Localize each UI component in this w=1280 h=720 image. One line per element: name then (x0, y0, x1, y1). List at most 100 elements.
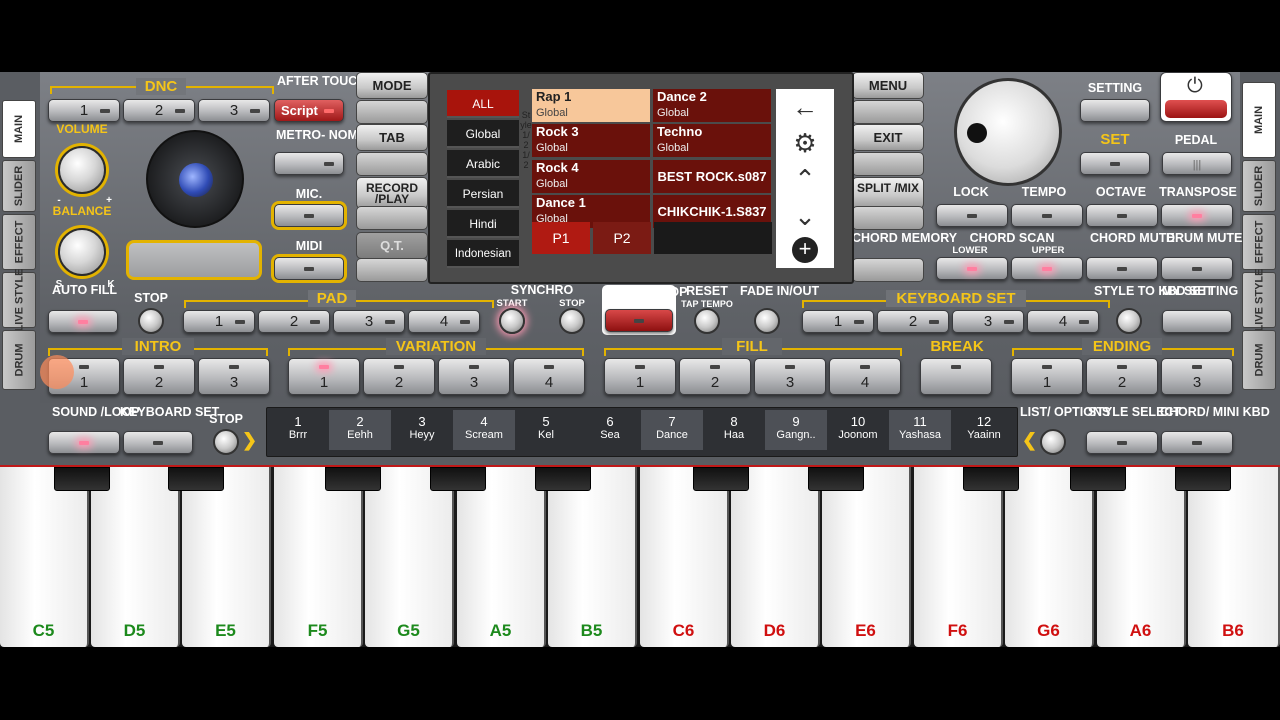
white-key[interactable]: E5 (182, 467, 271, 647)
page-button-p1[interactable]: P1 (532, 222, 590, 254)
drum-mute-button[interactable] (1161, 257, 1233, 280)
fill-button-2[interactable]: 2 (679, 358, 751, 395)
record-play-button[interactable]: RECORD /PLAY (356, 177, 428, 209)
break-button[interactable] (920, 358, 992, 395)
chord-scan-upper-button[interactable] (1011, 257, 1083, 280)
category-indonesian[interactable]: Indonesian (447, 240, 519, 268)
split-mix-button[interactable]: SPLIT /MIX (852, 177, 924, 209)
set-button[interactable] (1080, 152, 1150, 175)
variation-button-1[interactable]: 1 (288, 358, 360, 395)
sound-slot[interactable]: 2 Eehh (329, 410, 391, 450)
white-key[interactable]: C5 (0, 467, 89, 647)
qt-button[interactable]: Q.T. (356, 232, 428, 259)
style-item[interactable]: Rock 4 Global (532, 160, 650, 193)
pad-button-1[interactable]: 1 (183, 310, 255, 333)
synchro-start-knob[interactable] (499, 308, 525, 334)
synchro-stop-knob[interactable] (559, 308, 585, 334)
tab-live-style-left[interactable]: LIVE STYLE (2, 269, 36, 331)
chord-mute-button[interactable] (1086, 257, 1158, 280)
white-key[interactable]: D6 (731, 467, 820, 647)
sound-slot[interactable]: 7 Dance (641, 410, 703, 450)
power-button[interactable]: ⏻ (1160, 72, 1232, 122)
black-key[interactable] (54, 467, 110, 491)
pedal-button[interactable]: ||| (1162, 152, 1232, 175)
gear-icon[interactable]: ⚙ (776, 125, 834, 161)
add-icon[interactable]: + (792, 237, 818, 263)
chord-memory-button[interactable] (852, 258, 924, 282)
mic-button[interactable] (274, 204, 344, 227)
keyboard-set-button-1[interactable]: 1 (802, 310, 874, 333)
transpose-button[interactable] (1161, 204, 1233, 227)
white-key[interactable]: F5 (274, 467, 363, 647)
intro-button-2[interactable]: 2 (123, 358, 195, 395)
intro-button-3[interactable]: 3 (198, 358, 270, 395)
chevron-up-icon[interactable]: ⌃ (776, 161, 834, 197)
black-key[interactable] (535, 467, 591, 491)
white-key[interactable]: F6 (914, 467, 1003, 647)
white-key[interactable]: A6 (1097, 467, 1186, 647)
pitch-pad[interactable] (126, 240, 262, 280)
qt-led-button[interactable] (356, 258, 428, 282)
white-key[interactable]: A5 (457, 467, 546, 647)
chord-mini-kbd-button[interactable] (1161, 431, 1233, 454)
tempo-button[interactable] (1011, 204, 1083, 227)
tab-effect-right[interactable]: EFFECT (1242, 214, 1276, 270)
tab-effect-left[interactable]: EFFECT (2, 214, 36, 270)
fill-button-3[interactable]: 3 (754, 358, 826, 395)
black-key[interactable] (1175, 467, 1231, 491)
style-select-button[interactable] (1086, 431, 1158, 454)
sound-slot[interactable]: 11 Yashasa (889, 410, 951, 450)
tab-led-button[interactable] (356, 152, 428, 176)
tab-drum-right[interactable]: DRUM (1242, 330, 1276, 390)
sound-slot[interactable]: 10 Joonom (827, 410, 889, 450)
volume-knob[interactable] (58, 146, 106, 194)
mode-button[interactable]: MODE (356, 72, 428, 99)
octave-button[interactable] (1086, 204, 1158, 227)
my-setting-button[interactable] (1162, 310, 1232, 333)
menu-button[interactable]: MENU (852, 72, 924, 99)
sound-stop-knob[interactable] (213, 429, 239, 455)
chord-scan-lower-button[interactable] (936, 257, 1008, 280)
style-to-kbd-knob[interactable] (1116, 308, 1142, 334)
sound-slot[interactable]: 3 Heyy (391, 410, 453, 450)
sound-slot[interactable]: 8 Haa (703, 410, 765, 450)
back-arrow-icon[interactable]: ← (776, 89, 834, 125)
style-item[interactable]: Techno Global (653, 124, 771, 157)
keyboard-set-button-4[interactable]: 4 (1027, 310, 1099, 333)
script-button[interactable]: Script (274, 99, 344, 122)
pad-button-2[interactable]: 2 (258, 310, 330, 333)
black-key[interactable] (168, 467, 224, 491)
black-key[interactable] (1070, 467, 1126, 491)
style-item[interactable]: Dance 2 Global (653, 89, 771, 122)
black-key[interactable] (325, 467, 381, 491)
style-item[interactable]: Rap 1 Global (532, 89, 650, 122)
ending-button-1[interactable]: 1 (1011, 358, 1083, 395)
exit-led-button[interactable] (852, 152, 924, 176)
joystick[interactable] (146, 130, 244, 228)
black-key[interactable] (963, 467, 1019, 491)
keyboard-set-button[interactable] (123, 431, 193, 454)
fill-button-4[interactable]: 4 (829, 358, 901, 395)
variation-button-3[interactable]: 3 (438, 358, 510, 395)
tab-button[interactable]: TAB (356, 124, 428, 151)
sound-loop-button[interactable] (48, 431, 120, 454)
midi-button[interactable] (274, 257, 344, 280)
setting-button[interactable] (1080, 99, 1150, 122)
sound-slot[interactable]: 4 Scream (453, 410, 515, 450)
style-item[interactable]: BEST ROCK.s087 (653, 160, 771, 193)
tab-main-right[interactable]: MAIN (1242, 82, 1276, 158)
black-key[interactable] (693, 467, 749, 491)
white-key[interactable]: C6 (640, 467, 729, 647)
reset-knob[interactable] (694, 308, 720, 334)
sound-slot[interactable]: 5 Kel (515, 410, 577, 450)
keyboard-set-button-3[interactable]: 3 (952, 310, 1024, 333)
white-key[interactable]: G6 (1005, 467, 1094, 647)
split-led-button[interactable] (852, 206, 924, 230)
white-key[interactable]: E6 (822, 467, 911, 647)
white-key[interactable]: B5 (548, 467, 637, 647)
menu-led-button[interactable] (852, 100, 924, 124)
tempo-dial[interactable] (954, 78, 1062, 186)
tab-slider-right[interactable]: SLIDER (1242, 160, 1276, 212)
sound-slot[interactable]: 9 Gangn.. (765, 410, 827, 450)
list-options-knob[interactable] (1040, 429, 1066, 455)
